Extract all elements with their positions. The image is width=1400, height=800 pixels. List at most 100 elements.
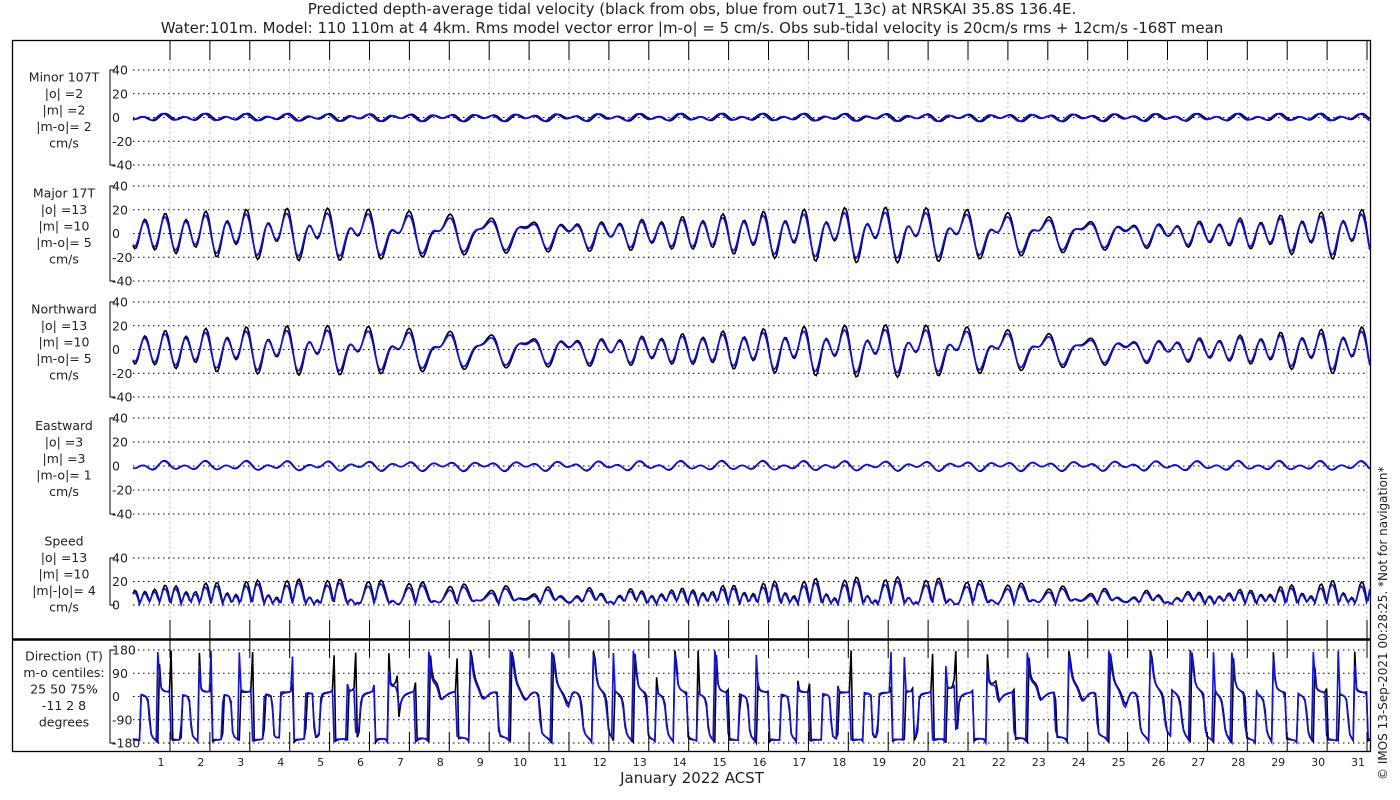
x-tick-label: 20: [912, 756, 926, 769]
panel-label-line: |m-o|= 5: [36, 235, 91, 250]
x-tick-label: 10: [513, 756, 527, 769]
x-tick-label: 28: [1231, 756, 1245, 769]
x-tick-label: 11: [553, 756, 567, 769]
panel-label-line: |m| =10: [39, 335, 90, 350]
panel-label-line: |m| =10: [39, 567, 90, 582]
y-tick-label: 0: [112, 598, 120, 613]
x-tick-label: 19: [872, 756, 886, 769]
y-tick-label: -40: [112, 274, 132, 289]
panel-label-line: Speed: [44, 534, 83, 549]
y-tick-label: 180: [112, 643, 136, 658]
x-tick-label: 23: [1032, 756, 1046, 769]
x-tick-label: 30: [1311, 756, 1325, 769]
y-tick-label: 40: [112, 179, 128, 194]
model-series-line: [132, 328, 1371, 374]
x-tick-label: 24: [1072, 756, 1086, 769]
y-tick-label: 0: [112, 226, 120, 241]
chart-title: Predicted depth-average tidal velocity (…: [308, 0, 1077, 19]
y-tick-label: -40: [112, 390, 132, 405]
y-tick-label: 40: [112, 551, 128, 566]
x-tick-label: 21: [952, 756, 966, 769]
panel-label-line: |o| =13: [41, 318, 87, 333]
panel-label-line: cm/s: [49, 136, 79, 151]
panel-minor: 40 20 0 -20 -40 Minor 107T|o| =2 |m| =2|m-o|= …: [29, 63, 1371, 173]
panel-label-line: Major 17T: [33, 186, 96, 201]
y-tick-label: 90: [112, 666, 128, 681]
x-tick-label: 15: [713, 756, 727, 769]
panel-label-line: |m|-|o|= 4: [32, 583, 96, 598]
y-tick-label: 20: [112, 86, 128, 101]
panel-label-line: Direction (T): [25, 649, 103, 664]
y-tick-label: 20: [112, 318, 128, 333]
panel-label-line: |o| =3: [45, 435, 83, 450]
panel-label-line: Northward: [31, 302, 97, 317]
x-tick-label: 29: [1271, 756, 1285, 769]
x-tick-label: 4: [277, 756, 284, 769]
panel-label-line: m-o centiles:: [23, 665, 104, 680]
y-tick-label: -20: [112, 250, 132, 265]
panel-label-line: cm/s: [49, 600, 79, 615]
y-tick-label: 40: [112, 63, 128, 78]
model-series-line: [132, 580, 1371, 608]
credit-text: © IMOS 13-Sep-2021 00:28:25. *Not for na…: [1376, 466, 1390, 780]
chart-subtitle: Water:101m. Model: 110 110m at 4 4km. Rm…: [161, 19, 1224, 37]
x-tick-label: 14: [673, 756, 687, 769]
panel-east: 40 20 0 -20 -40 Eastward |o| =3|m| =3 |m-o|= 1c…: [35, 411, 1371, 522]
x-tick-label: 17: [792, 756, 806, 769]
y-tick-label: 40: [112, 295, 128, 310]
x-axis: 1 2 3 4 5 6 7 8 9 10 11 12 13 14 15 16 17 18 19 20 21 22 23 24 2…: [158, 41, 1368, 769]
y-tick-label: 40: [112, 411, 128, 426]
panel-label-line: Minor 107T: [29, 70, 100, 85]
panel-speed: 40 20 0 Speed|o| =13 |m| =10|m|-|o|= 4 cm/s: [32, 534, 1371, 615]
panel-label-line: 25 50 75%: [30, 682, 98, 697]
panel-label-line: |o| =13: [41, 550, 87, 565]
x-tick-label: 13: [633, 756, 647, 769]
x-tick-label: 2: [197, 756, 204, 769]
y-tick-label: 0: [112, 459, 120, 474]
panel-label-line: cm/s: [49, 368, 79, 383]
x-tick-label: 22: [992, 756, 1006, 769]
x-tick-label: 26: [1152, 756, 1166, 769]
x-tick-label: 8: [437, 756, 444, 769]
y-tick-label: -40: [112, 507, 132, 522]
panel-label-line: |o| =13: [41, 202, 87, 217]
panel-label-line: Eastward: [35, 418, 93, 433]
figure-frame: [11, 39, 1372, 753]
x-tick-label: 9: [477, 756, 484, 769]
panel-label-line: |m-o|= 5: [36, 351, 91, 366]
panel-label-line: |m| =3: [43, 451, 86, 466]
panel-label-line: |o| =2: [45, 86, 83, 101]
x-tick-label: 16: [753, 756, 767, 769]
y-tick-label: -20: [112, 134, 132, 149]
y-tick-label: 20: [112, 435, 128, 450]
panel-label-line: |m| =10: [39, 219, 90, 234]
x-tick-label: 1: [158, 756, 165, 769]
panel-label-line: cm/s: [49, 252, 79, 267]
panel-label-line: |m-o|= 2: [36, 119, 91, 134]
x-tick-label: 31: [1351, 756, 1365, 769]
y-tick-label: -40: [112, 158, 132, 173]
panel-north: 40 20 0 -20 -40 Northward|o| =13 |m| =10|m-o|=…: [31, 295, 1371, 405]
panel-label-line: |m-o|= 1: [36, 468, 91, 483]
y-tick-label: 0: [112, 342, 120, 357]
y-tick-label: 0: [112, 689, 120, 704]
x-tick-label: 3: [237, 756, 244, 769]
x-tick-label: 6: [357, 756, 364, 769]
x-tick-label: 25: [1112, 756, 1126, 769]
y-tick-label: -20: [112, 483, 132, 498]
panel-major: 40 20 0 -20 -40 Major 17T|o| =13 |m| =10|m-o|=…: [33, 179, 1371, 289]
x-tick-label: 27: [1191, 756, 1205, 769]
y-tick-label: -180: [112, 736, 140, 751]
y-tick-label: 0: [112, 110, 120, 125]
x-tick-label: 5: [317, 756, 324, 769]
x-axis-label: January 2022 ACST: [619, 769, 765, 787]
y-tick-label: -20: [112, 366, 132, 381]
model-series-line: [132, 211, 1371, 260]
x-tick-label: 18: [832, 756, 846, 769]
tidal-velocity-figure: Predicted depth-average tidal velocity (…: [11, 0, 1390, 787]
panel-label-line: cm/s: [49, 484, 79, 499]
y-tick-label: 20: [112, 202, 128, 217]
panel-label-line: -11 2 8: [42, 698, 86, 713]
panel-label-line: degrees: [39, 715, 89, 730]
x-tick-label: 7: [397, 756, 404, 769]
